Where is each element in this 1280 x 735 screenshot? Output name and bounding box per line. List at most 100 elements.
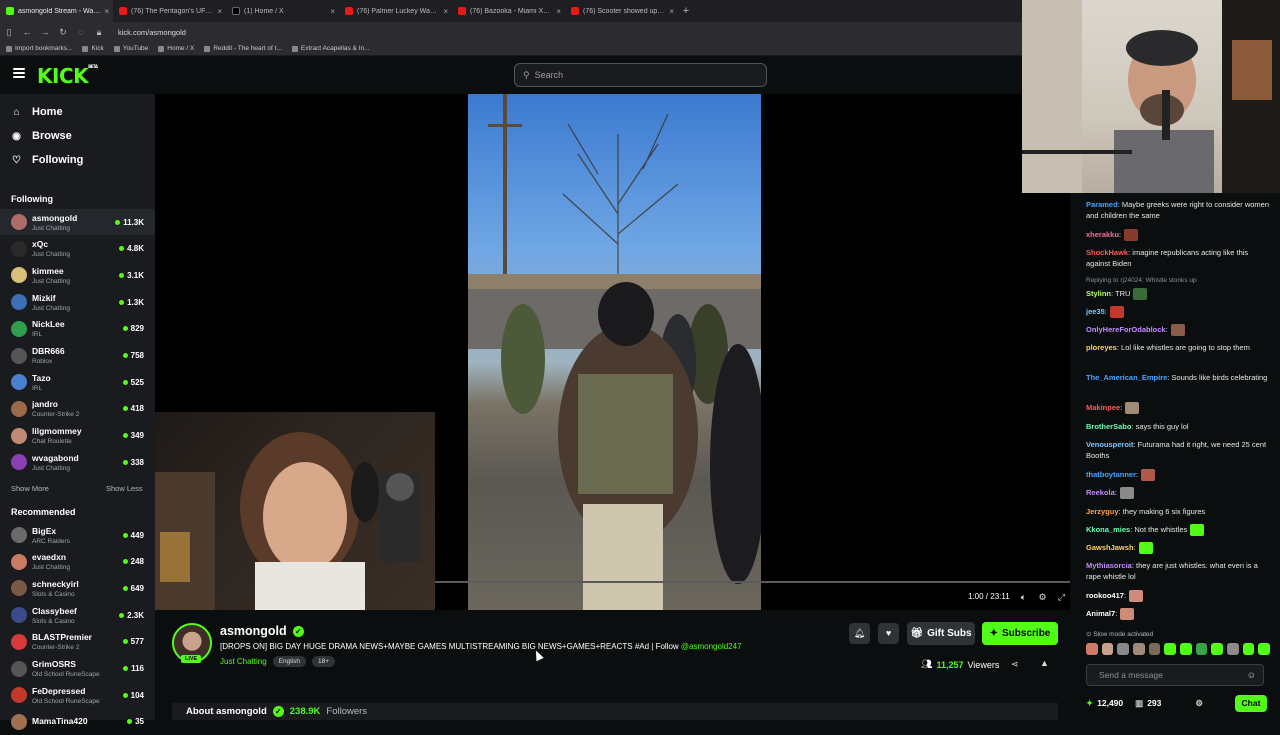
chat-settings-icon[interactable]: ⚙︎ [1195, 698, 1203, 709]
chat-username[interactable]: ShockHawk [1086, 248, 1128, 257]
channel-item[interactable]: lilgmommey Chat Roulette 349 [0, 423, 155, 449]
channel-item[interactable]: MamaTina420 35 [0, 709, 155, 735]
chat-username[interactable]: The_American_Empire [1086, 373, 1167, 382]
chat-username[interactable]: Jerzyguy [1086, 507, 1119, 516]
channel-item[interactable]: Classybeef Slots & Casino 2.3K [0, 602, 155, 628]
emote-icon[interactable] [1086, 643, 1098, 655]
shield-icon[interactable]: ◌ [72, 27, 90, 37]
chat-send-button[interactable]: Chat [1235, 695, 1267, 712]
chat-username[interactable]: GawshJawsh [1086, 543, 1134, 552]
points-count[interactable]: 12,490 [1097, 698, 1123, 708]
close-icon[interactable]: × [669, 7, 674, 16]
menu-icon[interactable] [13, 68, 25, 80]
new-tab-icon[interactable]: + [678, 5, 694, 17]
close-icon[interactable]: × [330, 7, 335, 16]
chat-username[interactable]: ploreyes [1086, 343, 1117, 352]
channel-item[interactable]: GrimOSRS Old School RuneScape 116 [0, 656, 155, 682]
channel-item[interactable]: schneckyirl Slots & Casino 649 [0, 575, 155, 601]
bookmark-item[interactable]: Home / X [158, 45, 194, 52]
emote-icon[interactable] [1133, 643, 1145, 655]
chat-username[interactable]: Kkona_mies [1086, 525, 1130, 534]
channel-item[interactable]: evaedxn Just Chatting 248 [0, 549, 155, 575]
channel-item[interactable]: wvagabond Just Chatting 338 [0, 449, 155, 475]
bookmark-item[interactable]: YouTube [113, 45, 148, 52]
emote-quickbar[interactable] [1086, 643, 1271, 657]
nav-browse[interactable]: ◉ Browse [11, 130, 72, 142]
chat-username[interactable]: xherakku [1086, 230, 1119, 239]
emote-icon[interactable] [1117, 643, 1130, 655]
browser-tab[interactable]: asmongold Stream - Watch × [0, 0, 113, 22]
close-icon[interactable]: × [443, 7, 448, 16]
bell-icon[interactable]: 🔔︎ [849, 623, 870, 644]
bookmark-item[interactable]: Import bookmarks... [6, 45, 72, 52]
nav-home[interactable]: ⌂ Home [11, 106, 62, 118]
close-icon[interactable]: × [217, 7, 222, 16]
channel-item[interactable]: Mizkif Just Chatting 1.3K [0, 289, 155, 315]
gift-subs-button[interactable]: 🎁︎ Gift Subs [907, 622, 975, 645]
chat-username[interactable]: thatboytanner [1086, 470, 1136, 479]
browser-tab[interactable]: (76) Bazooka - Miami XO (Offici × [452, 0, 565, 22]
close-icon[interactable]: × [104, 7, 109, 16]
chat-username[interactable]: Venousperoit [1086, 440, 1134, 449]
subscribe-button[interactable]: ✦ Subscribe [982, 622, 1058, 645]
follow-handle-link[interactable]: @asmongold247 [681, 642, 742, 651]
browser-tab[interactable]: (76) Palmer Luckey Wants to Be× [339, 0, 452, 22]
address-input[interactable]: kick.com/asmongold [118, 28, 186, 37]
tag-english[interactable]: English [272, 656, 307, 667]
fullscreen-icon[interactable]: ⤢ [1056, 592, 1067, 603]
browser-tab[interactable]: (76) Scooter showed up tonigh× [565, 0, 678, 22]
chat-username[interactable]: OnlyHereForOdablock [1086, 325, 1166, 334]
report-icon[interactable]: ▲ [1040, 658, 1049, 668]
emote-icon[interactable] [1227, 643, 1239, 655]
channel-item[interactable]: NickLee IRL 829 [0, 316, 155, 342]
chat-username[interactable]: Stylinn [1086, 289, 1111, 298]
channel-item[interactable]: jandro Counter-Strike 2 418 [0, 396, 155, 422]
tag-18plus[interactable]: 18+ [312, 656, 336, 667]
emote-icon[interactable] [1148, 643, 1161, 655]
channel-item[interactable]: DBR666 Roblox 758 [0, 343, 155, 369]
volume-icon[interactable]: 🔈︎ [1018, 592, 1029, 603]
channel-item[interactable]: Tazo IRL 525 [0, 369, 155, 395]
chat-input[interactable]: Send a message ☺ [1086, 664, 1264, 686]
back-icon[interactable]: ← [18, 27, 36, 37]
channel-item[interactable]: xQc Just Chatting 4.8K [0, 236, 155, 262]
secondary-count[interactable]: 293 [1147, 698, 1161, 708]
reload-icon[interactable]: ↻ [54, 27, 72, 38]
channel-item[interactable]: kimmee Just Chatting 3.1K [0, 262, 155, 288]
emote-icon[interactable] [1195, 643, 1208, 655]
share-icon[interactable]: ⋖ [1011, 659, 1019, 670]
channel-item[interactable]: BLASTPremier Counter-Strike 2 577 [0, 629, 155, 655]
streamer-name-text[interactable]: asmongold [220, 624, 287, 638]
bookmark-item[interactable]: Kick [82, 45, 104, 52]
emoji-icon[interactable]: ☺ [1247, 670, 1256, 680]
browser-tab[interactable]: (76) The Pentagon's UFO Progr × [113, 0, 226, 22]
channel-item[interactable]: FeDepressed Old School RuneScape 104 [0, 682, 155, 708]
forward-icon[interactable]: → [36, 27, 54, 37]
nav-following[interactable]: ♡ Following [11, 154, 83, 166]
chat-username[interactable]: Paramed [1086, 200, 1118, 209]
video-frame[interactable] [468, 94, 761, 610]
kick-logo[interactable]: KICKBETA [37, 64, 98, 88]
emote-icon[interactable] [1180, 643, 1192, 655]
chat-username[interactable]: Mythiasorcia [1086, 561, 1132, 570]
streamer-name[interactable]: asmongold ✓ [220, 624, 304, 638]
emote-icon[interactable] [1258, 643, 1271, 655]
channel-item[interactable]: asmongold Just Chatting 11.3K [0, 209, 155, 235]
chat-username[interactable]: Reekola [1086, 488, 1115, 497]
search-input[interactable]: ⚲ Search [514, 63, 767, 87]
chat-username[interactable]: jee35 [1086, 307, 1105, 316]
emote-icon[interactable] [1242, 643, 1255, 655]
emote-icon[interactable] [1164, 643, 1177, 655]
emote-icon[interactable] [1101, 643, 1114, 655]
close-icon[interactable]: × [556, 7, 561, 16]
show-less-link[interactable]: Show Less [106, 484, 143, 493]
progress-bar[interactable] [435, 581, 1070, 583]
category-link[interactable]: Just Chatting [220, 657, 267, 666]
show-more-link[interactable]: Show More [11, 484, 49, 493]
chat-username[interactable]: Makinpee [1086, 403, 1120, 412]
heart-icon[interactable]: ♥ [878, 623, 899, 644]
browser-tab[interactable]: (1) Home / X × [226, 0, 339, 22]
chat-username[interactable]: Animal7 [1086, 609, 1115, 618]
channel-item[interactable]: BigEx ARC Raiders 449 [0, 522, 155, 548]
bookmark-item[interactable]: Reddit - The heart of t... [204, 45, 282, 52]
